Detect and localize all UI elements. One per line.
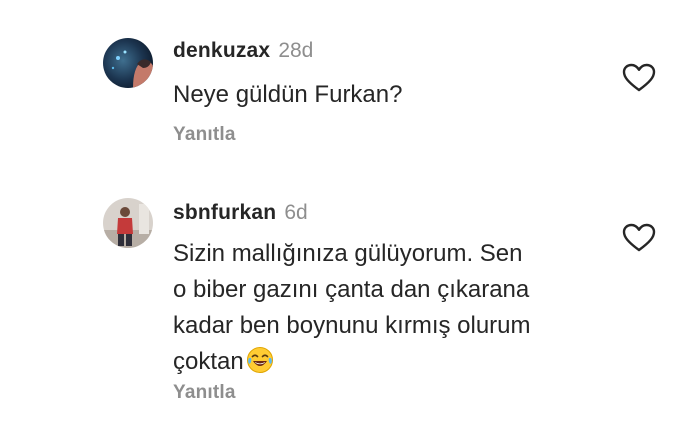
- heart-outline-icon: [622, 63, 656, 92]
- comment-text-line-last: çoktan: [173, 344, 613, 380]
- comment-header: denkuzax 28d: [173, 38, 313, 64]
- comment-text-fragment: çoktan: [173, 348, 244, 375]
- username[interactable]: denkuzax: [173, 39, 270, 62]
- comment-time: 6d: [284, 201, 308, 224]
- face-with-tears-of-joy-emoji: [246, 346, 274, 374]
- like-button[interactable]: [622, 63, 656, 93]
- reply-button[interactable]: Yanıtla: [173, 382, 236, 404]
- comment-text-line: Sizin mallığınıza gülüyorum. Sen: [173, 240, 523, 267]
- comment-text-line: kadar ben boynunu kırmış olurum: [173, 312, 531, 339]
- avatar[interactable]: [103, 38, 153, 88]
- username[interactable]: sbnfurkan: [173, 201, 276, 224]
- heart-outline-icon: [622, 223, 656, 252]
- comment-time: 28d: [278, 39, 314, 62]
- like-button[interactable]: [622, 223, 656, 253]
- reply-button[interactable]: Yanıtla: [173, 124, 236, 146]
- comment-text: Sizin mallığınıza gülüyorum. Sen o biber…: [173, 236, 613, 380]
- comment-header: sbnfurkan 6d: [173, 200, 308, 226]
- comment-text-line: o biber gazını çanta dan çıkarana: [173, 276, 530, 303]
- comment-item: denkuzax 28d Neye güldün Furkan? Yanıtla: [0, 0, 690, 180]
- profile-avatar-icon: [103, 38, 153, 88]
- comment-text: Neye güldün Furkan?: [173, 81, 403, 108]
- avatar[interactable]: [103, 198, 153, 248]
- comment-item: sbnfurkan 6d Sizin mallığınıza gülüyorum.…: [0, 180, 690, 425]
- profile-avatar-icon: [103, 198, 153, 248]
